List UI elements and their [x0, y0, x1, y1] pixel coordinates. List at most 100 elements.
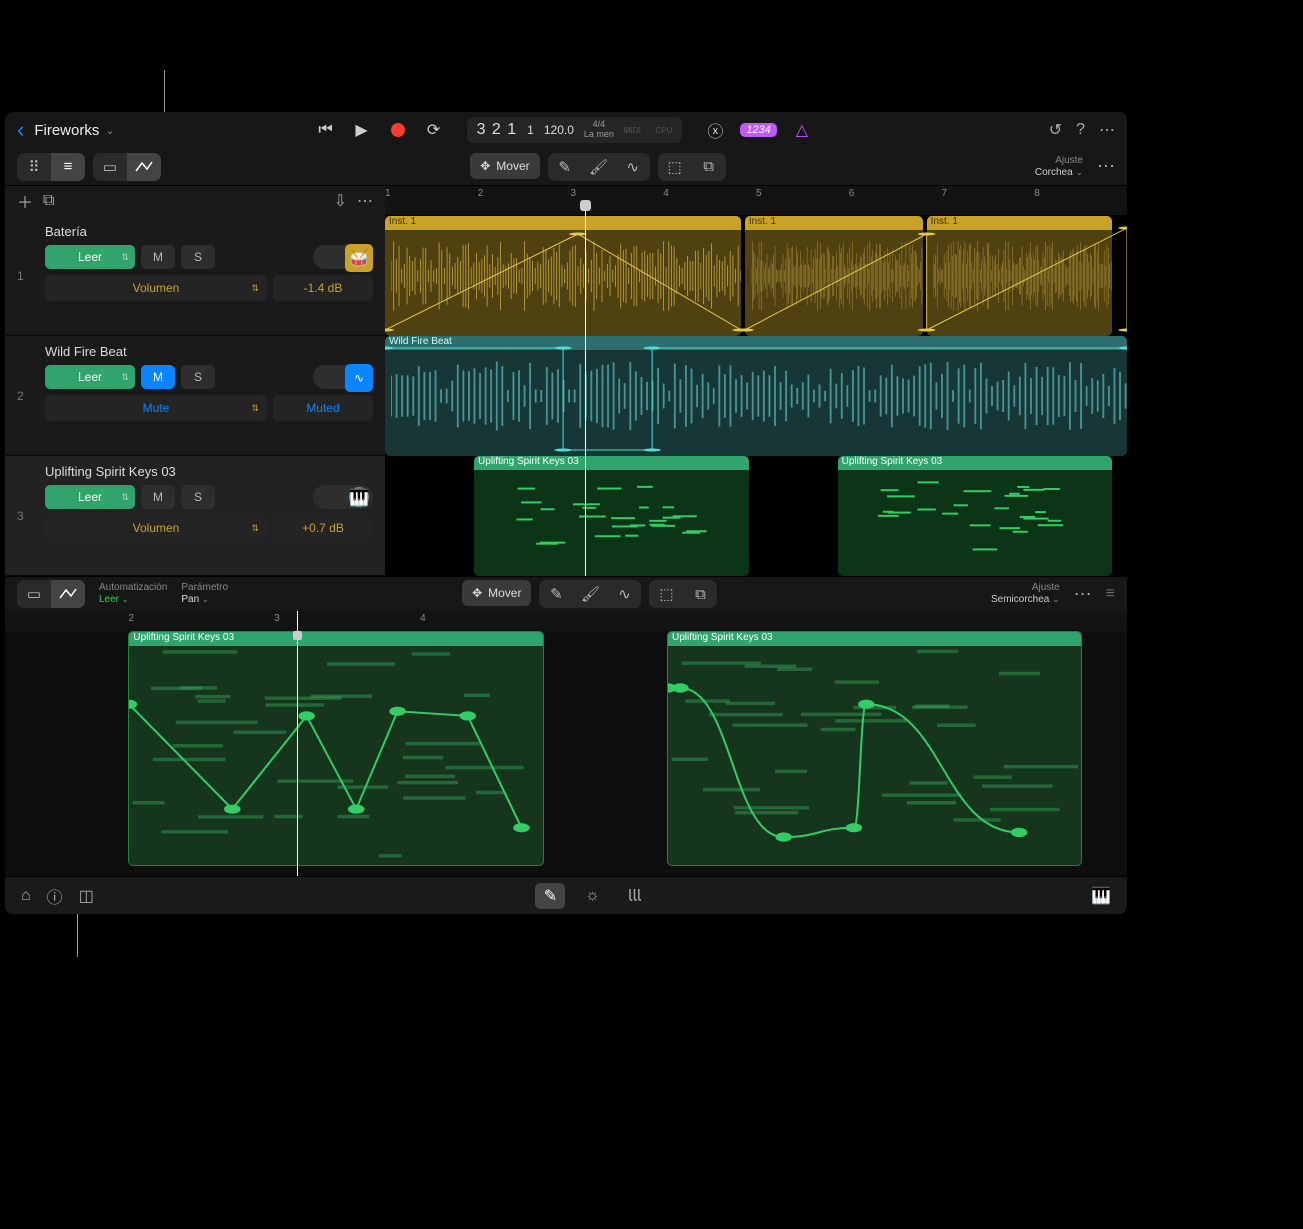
track-instrument-icon[interactable]: 🎹 — [345, 484, 373, 512]
duplicate-track-button[interactable]: ⧉ — [43, 192, 54, 210]
detail-region-view-button[interactable]: ▭ — [17, 580, 51, 608]
automation-value[interactable]: -1.4 dB — [273, 275, 373, 301]
bar-label: 3 — [274, 613, 280, 624]
solo-button[interactable]: S — [181, 485, 215, 509]
automation-mode-select[interactable]: Leer⇅ — [45, 365, 135, 389]
region[interactable]: Inst. 1 — [927, 216, 1113, 336]
region[interactable]: Uplifting Spirit Keys 03 — [474, 456, 749, 576]
rewind-button[interactable]: ⏮ — [315, 119, 337, 141]
mute-button[interactable]: M — [141, 365, 175, 389]
more-icon[interactable]: ⋯ — [1099, 120, 1115, 140]
track-lane[interactable]: Inst. 1 Inst. 1 Inst. 1 — [385, 216, 1127, 336]
keyboard-icon[interactable]: 🎹 — [1091, 888, 1111, 905]
back-button[interactable]: ‹ — [17, 117, 24, 143]
bar-label: 8 — [1034, 188, 1040, 199]
count-in-button[interactable]: 1234 — [740, 123, 776, 137]
track-row[interactable]: 2 Wild Fire Beat Leer⇅ M S ∿ Mute⇅ Muted — [5, 336, 385, 456]
marquee-tool[interactable]: ⬚ — [658, 153, 692, 181]
snap-bottom[interactable]: Ajuste Semicorchea ⌄ — [991, 582, 1060, 606]
region-label: Inst. 1 — [745, 216, 923, 230]
toolrow-more-icon[interactable]: ⋯ — [1097, 156, 1115, 177]
automation-param-select[interactable]: Volumen⇅ — [45, 515, 267, 541]
pencil-tool[interactable]: ✎ — [548, 153, 582, 181]
undo-icon[interactable]: ↺ — [1049, 120, 1062, 140]
lcd-display[interactable]: 3 2 1 1 120.0 4/4La men MIDI·CPU — [467, 117, 683, 143]
move-label: Mover — [496, 159, 529, 173]
grid-view-button[interactable]: ⠿ — [17, 153, 51, 181]
mute-button[interactable]: M — [141, 245, 175, 269]
list-view-button[interactable]: ≡ — [51, 153, 85, 181]
detail-playhead[interactable] — [297, 611, 298, 876]
detail-marquee-tool[interactable]: ⬚ — [649, 580, 683, 608]
solo-button[interactable]: S — [181, 245, 215, 269]
track-instrument-icon[interactable]: 🥁 — [345, 244, 373, 272]
automation-param-select[interactable]: Volumen⇅ — [45, 275, 267, 301]
tuner-button[interactable]: ⓧ — [704, 119, 726, 141]
region[interactable]: Wild Fire Beat — [385, 336, 1127, 456]
automation-value[interactable]: Muted — [273, 395, 373, 421]
region[interactable]: Inst. 1 — [745, 216, 923, 336]
detail-param-info[interactable]: Parámetro Pan ⌄ — [181, 582, 228, 606]
cycle-button[interactable]: ⟳ — [423, 119, 445, 141]
region[interactable]: Inst. 1 — [385, 216, 741, 336]
track-import-button[interactable]: ⇩ — [334, 191, 347, 211]
track-lane[interactable]: Uplifting Spirit Keys 03 Uplifting Spirit… — [385, 456, 1127, 576]
play-button[interactable]: ▶ — [351, 119, 373, 141]
bar-label: 7 — [942, 188, 948, 199]
add-track-button[interactable]: ＋ — [17, 189, 33, 213]
detail-brush-tool[interactable]: 🖌 — [573, 580, 607, 608]
track-name: Uplifting Spirit Keys 03 — [45, 464, 373, 479]
metronome-button[interactable]: △ — [791, 119, 813, 141]
detail-pencil-tool[interactable]: ✎ — [539, 580, 573, 608]
automation-value[interactable]: +0.7 dB — [273, 515, 373, 541]
mixer-icon[interactable]: 𝗅𝗅𝗅 — [619, 883, 649, 909]
brush-tool[interactable]: 🖌 — [582, 153, 616, 181]
info-icon[interactable]: ⓘ — [47, 884, 63, 908]
main-area: ＋ ⧉ ⇩ ⋯ 1 Batería Leer⇅ M S 🥁 Volumen⇅ -… — [5, 186, 1127, 576]
copy-tool[interactable]: ⧉ — [692, 153, 726, 181]
lcd-tempo: 120.0 — [544, 123, 574, 137]
detail-curve-tool[interactable]: ∿ — [607, 580, 641, 608]
track-row[interactable]: 1 Batería Leer⇅ M S 🥁 Volumen⇅ -1.4 dB — [5, 216, 385, 336]
edit-tool-button[interactable]: ✎ — [535, 883, 565, 909]
detail-automation-info[interactable]: Automatización Leer ⌄ — [99, 582, 167, 606]
detail-automation-view-button[interactable] — [51, 580, 85, 608]
detail-copy-tool[interactable]: ⧉ — [683, 580, 717, 608]
move-icon: ✥ — [472, 586, 482, 600]
project-title[interactable]: Fireworks ⌄ — [34, 122, 114, 139]
region-view-button[interactable]: ▭ — [93, 153, 127, 181]
ruler-top[interactable]: 123456789 — [385, 186, 1127, 216]
project-name-text: Fireworks — [34, 122, 99, 139]
track-more-icon[interactable]: ⋯ — [357, 191, 373, 211]
arrange-area[interactable]: 123456789 Inst. 1Inst. 1Inst. 1Wild Fire… — [385, 186, 1127, 576]
automation-mode-select[interactable]: Leer⇅ — [45, 485, 135, 509]
panels-icon[interactable]: ◫ — [79, 886, 94, 906]
detail-more-icon[interactable]: ⋯ — [1074, 584, 1092, 605]
track-instrument-icon[interactable]: ∿ — [345, 364, 373, 392]
inbox-icon[interactable]: ⌂ — [21, 887, 31, 905]
automation-mode-select[interactable]: Leer⇅ — [45, 245, 135, 269]
detail-handle-icon[interactable]: ≡ — [1106, 585, 1115, 603]
region-label: Uplifting Spirit Keys 03 — [129, 632, 542, 646]
detail-body[interactable]: 234 Uplifting Spirit Keys 03 Uplifting Sp… — [5, 611, 1127, 876]
help-icon[interactable]: ? — [1076, 121, 1085, 139]
playhead[interactable] — [585, 200, 586, 576]
solo-button[interactable]: S — [181, 365, 215, 389]
track-lane[interactable]: Wild Fire Beat — [385, 336, 1127, 456]
detail-region[interactable]: Uplifting Spirit Keys 03 — [128, 631, 543, 866]
automation-view-button[interactable] — [127, 153, 161, 181]
brightness-icon[interactable]: ☼ — [577, 883, 607, 909]
track-row[interactable]: 3 Uplifting Spirit Keys 03 Leer⇅ M S 🎹 V… — [5, 456, 385, 576]
detail-region[interactable]: Uplifting Spirit Keys 03 — [667, 631, 1082, 866]
move-icon: ✥ — [480, 159, 490, 173]
region[interactable]: Uplifting Spirit Keys 03 — [838, 456, 1113, 576]
curve-tool[interactable]: ∿ — [616, 153, 650, 181]
record-button[interactable] — [387, 119, 409, 141]
mute-button[interactable]: M — [141, 485, 175, 509]
region-label: Wild Fire Beat — [385, 336, 1127, 350]
move-tool[interactable]: ✥ Mover — [470, 153, 539, 179]
detail-move-tool[interactable]: ✥ Mover — [462, 580, 531, 606]
automation-param-select[interactable]: Mute⇅ — [45, 395, 267, 421]
ruler-bottom[interactable]: 234 — [5, 611, 1127, 631]
snap-top[interactable]: Ajuste Corchea ⌄ — [1035, 155, 1083, 179]
